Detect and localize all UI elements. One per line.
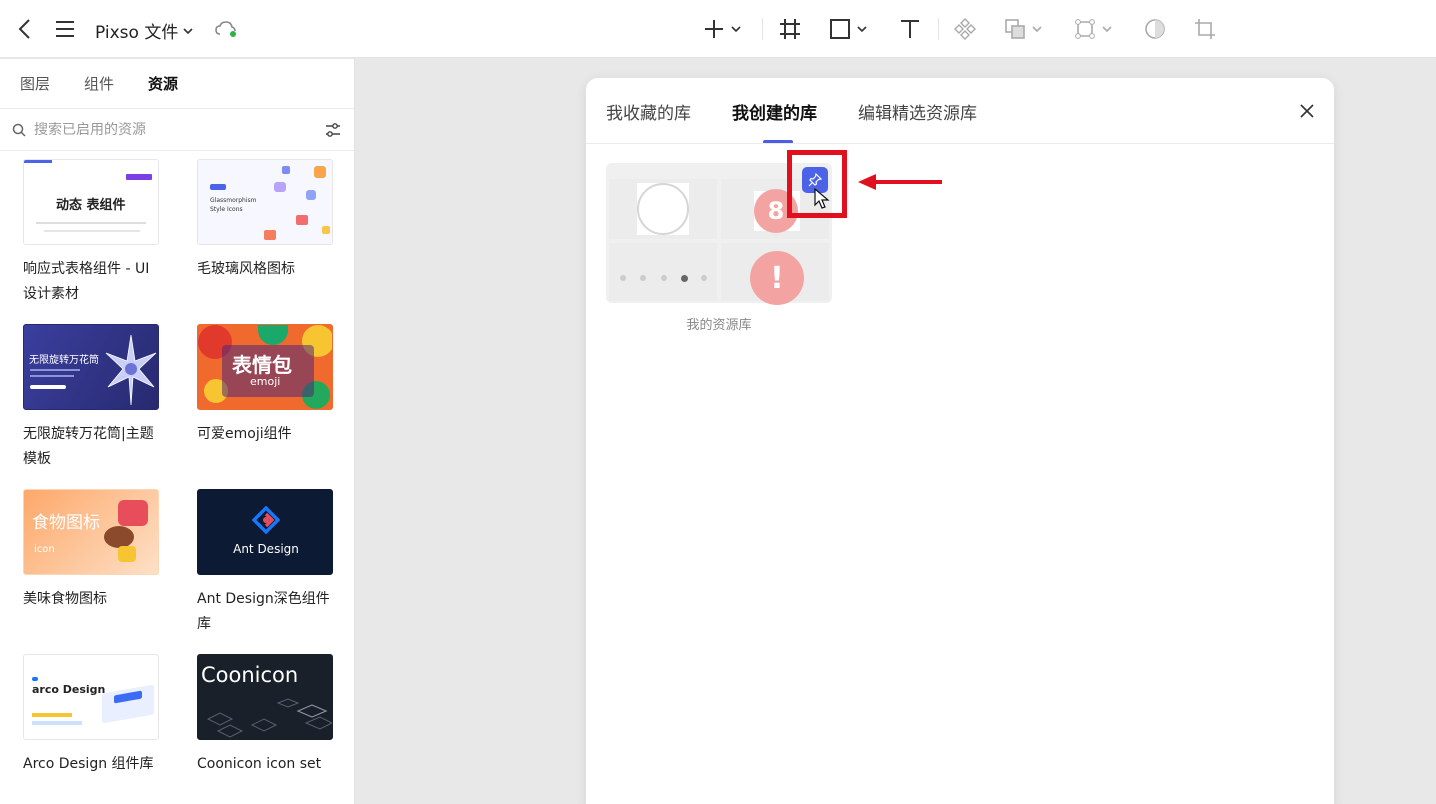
crop-tool-button[interactable] [1193,15,1217,43]
add-tool-button[interactable] [702,15,742,43]
search-bar [0,109,354,151]
component-icon [954,18,976,40]
top-toolbar: Pixso 文件 [0,0,1436,58]
search-input[interactable] [34,121,324,138]
mouse-cursor-icon [814,188,830,209]
resource-name: 无限旋转万花筒|主题模板 [23,426,154,467]
component-tool-button[interactable] [953,15,977,43]
resource-thumbnail: 表情包 emoji [197,324,333,410]
hamburger-menu-icon[interactable] [54,17,76,41]
resource-card[interactable]: 食物图标 icon 美味食物图标 [23,489,161,612]
resource-thumbnail: Ant Design [197,489,333,575]
rectangle-icon [830,19,850,39]
resource-thumbnail: arco Design [23,654,159,740]
resource-name: Coonicon icon set [197,756,322,772]
mask-icon [1145,19,1165,39]
resource-name: 可爱emoji组件 [197,426,292,442]
resource-card[interactable]: 表情包 emoji 可爱emoji组件 [197,324,335,447]
resource-card[interactable]: 动态 表组件 响应式表格组件 - UI设计素材 [23,159,161,307]
left-panel: 图层 组件 资源 动态 表组件 响应式表格组件 - UI设计素材 Glassmo… [0,59,355,804]
resource-thumbnail: 食物图标 icon [23,489,159,575]
back-arrow-icon[interactable] [14,17,36,41]
tab-layers[interactable]: 图层 [20,73,50,94]
chevron-down-icon [1102,26,1112,33]
tab-favorite-libraries[interactable]: 我收藏的库 [606,99,691,124]
ant-design-logo-icon [251,506,281,535]
boolean-tool-button[interactable] [1003,15,1043,43]
file-title: Pixso 文件 [95,23,179,43]
modal-divider [586,143,1334,144]
chevron-down-icon [183,27,193,34]
kaleidoscope-star-icon [105,334,157,406]
resource-card[interactable]: arco Design Arco Design 组件库 [23,654,161,777]
annotation-arrow-icon [858,174,942,190]
resource-card[interactable]: Glassmorphism Style Icons 毛玻璃风格图标 [197,159,335,282]
resource-name: 美味食物图标 [23,591,107,607]
resource-name: Arco Design 组件库 [23,756,154,772]
resource-name: Ant Design深色组件库 [197,591,330,632]
library-preview-cell [609,243,717,301]
resource-thumbnail: 动态 表组件 [23,159,159,245]
crop-icon [1195,19,1215,39]
text-icon [901,20,919,38]
plus-icon [705,20,723,38]
alert-icon: ! [750,251,804,305]
library-modal: 我收藏的库 我创建的库 编辑精选资源库 8 ! 我的资源库 [586,78,1334,804]
modal-tabs: 我收藏的库 我创建的库 编辑精选资源库 [606,99,977,124]
frame-icon [780,19,800,39]
library-name: 我的资源库 [686,318,752,333]
resource-card[interactable]: 无限旋转万花筒 无限旋转万花筒|主题模板 [23,324,161,472]
resource-name: 毛玻璃风格图标 [197,261,295,277]
vector-tool-button[interactable] [1073,15,1113,43]
cloud-sync-icon[interactable] [214,19,238,39]
panel-tabs: 图层 组件 资源 [0,59,354,109]
close-icon[interactable] [1298,102,1316,120]
chevron-down-icon [857,26,867,33]
chevron-down-icon [1032,26,1042,33]
frame-tool-button[interactable] [778,15,802,43]
resource-thumbnail: Coonicon [197,654,333,740]
filter-settings-icon[interactable] [324,121,342,139]
avatar-placeholder [637,183,689,235]
tab-components[interactable]: 组件 [84,73,114,94]
shape-tool-button[interactable] [828,15,868,43]
isometric-icons-pattern [206,698,332,738]
tab-featured-libraries[interactable]: 编辑精选资源库 [858,99,977,124]
pagination-dots [620,275,707,282]
tab-assets[interactable]: 资源 [148,73,178,94]
tab-my-created-libraries[interactable]: 我创建的库 [732,99,817,124]
boolean-icon [1005,19,1025,39]
resource-card[interactable]: Ant Design Ant Design深色组件库 [197,489,335,637]
search-icon [12,123,26,137]
mask-tool-button[interactable] [1143,15,1167,43]
resource-name: 响应式表格组件 - UI设计素材 [23,261,150,302]
resource-thumbnail: Glassmorphism Style Icons [197,159,333,245]
text-tool-button[interactable] [898,15,922,43]
chevron-down-icon [731,26,741,33]
resource-thumbnail: 无限旋转万花筒 [23,324,159,410]
file-title-dropdown[interactable]: Pixso 文件 [95,18,194,43]
resource-card[interactable]: Coonicon Coonicon icon set [197,654,335,777]
vector-icon [1075,19,1095,39]
